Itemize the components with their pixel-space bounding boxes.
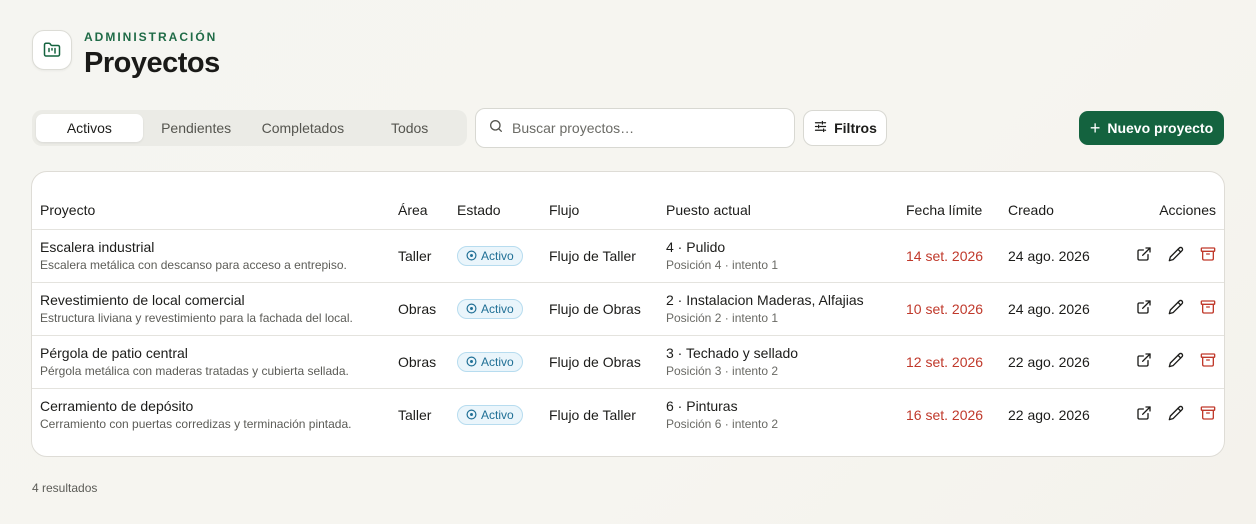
status-label: Activo [481, 301, 514, 316]
project-flow: Flujo de Obras [549, 335, 666, 389]
status-label: Activo [481, 407, 514, 422]
projects-table-card: Proyecto Área Estado Flujo Puesto actual… [31, 171, 1225, 457]
open-external-icon[interactable] [1136, 405, 1152, 421]
status-dot-icon [466, 356, 477, 367]
status-dot-icon [466, 409, 477, 420]
current-step-detail: Posición 4 · intento 1 [666, 258, 779, 272]
tab-todos[interactable]: Todos [356, 114, 463, 142]
project-name[interactable]: Cerramiento de depósito [40, 398, 398, 414]
project-description: Escalera metálica con descanso para acce… [40, 258, 347, 272]
col-header-area: Área [398, 192, 457, 230]
table-row[interactable]: Revestimiento de local comercial Estruct… [32, 282, 1224, 336]
col-header-creado: Creado [1008, 192, 1128, 230]
project-description: Pérgola metálica con maderas tratadas y … [40, 364, 349, 378]
current-step: 6 · Pinturas [666, 398, 738, 415]
filters-label: Filtros [834, 120, 877, 136]
search-input[interactable] [512, 120, 772, 136]
status-label: Activo [481, 248, 514, 263]
archive-icon[interactable] [1200, 246, 1216, 262]
col-header-proyecto: Proyecto [32, 192, 398, 230]
open-external-icon[interactable] [1136, 246, 1152, 262]
project-description: Cerramiento con puertas corredizas y ter… [40, 417, 352, 432]
results-count: 4 resultados [32, 481, 98, 495]
edit-pencil-icon[interactable] [1168, 405, 1184, 421]
project-name[interactable]: Escalera industrial [40, 239, 398, 255]
project-name[interactable]: Revestimiento de local comercial [40, 292, 398, 308]
new-project-label: Nuevo proyecto [1107, 120, 1214, 136]
project-area: Taller [398, 229, 457, 283]
open-external-icon[interactable] [1136, 352, 1152, 368]
due-date: 10 set. 2026 [906, 282, 1008, 336]
created-date: 22 ago. 2026 [1008, 406, 1090, 423]
archive-icon[interactable] [1200, 352, 1216, 368]
plus-icon: + [1089, 118, 1101, 138]
current-step-detail: Posición 2 · intento 1 [666, 311, 779, 325]
status-dot-icon [466, 250, 477, 261]
edit-pencil-icon[interactable] [1168, 352, 1184, 368]
edit-pencil-icon[interactable] [1168, 246, 1184, 262]
archive-icon[interactable] [1200, 299, 1216, 315]
open-external-icon[interactable] [1136, 299, 1152, 315]
status-badge: Activo [457, 298, 523, 319]
created-date: 24 ago. 2026 [1008, 229, 1128, 283]
search-icon [488, 118, 504, 139]
current-step: 4 · Pulido [666, 239, 726, 255]
col-header-fecha-limite: Fecha límite [906, 192, 1008, 230]
col-header-puesto: Puesto actual [666, 192, 906, 230]
due-date: 12 set. 2026 [906, 335, 1008, 389]
projects-table: Proyecto Área Estado Flujo Puesto actual… [32, 192, 1224, 441]
search-box[interactable] [475, 108, 795, 148]
current-step: 2 · Instalacion Maderas, Alfajias [666, 292, 864, 308]
table-row[interactable]: Cerramiento de depósito Cerramiento con … [32, 388, 1224, 441]
status-dot-icon [466, 303, 477, 314]
sliders-icon [813, 119, 828, 137]
created-date: 24 ago. 2026 [1008, 282, 1128, 336]
table-header-row: Proyecto Área Estado Flujo Puesto actual… [32, 192, 1224, 230]
due-date: 16 set. 2026 [906, 406, 984, 423]
project-name[interactable]: Pérgola de patio central [40, 345, 398, 361]
page-title: Proyectos [84, 47, 220, 79]
current-step: 3 · Techado y sellado [666, 345, 799, 361]
project-area: Taller [398, 406, 432, 423]
filters-button[interactable]: Filtros [803, 110, 887, 146]
folder-kanban-icon [32, 30, 72, 70]
new-project-button[interactable]: + Nuevo proyecto [1079, 111, 1224, 145]
page-eyebrow: ADMINISTRACIÓN [84, 30, 218, 44]
status-badge: Activo [457, 404, 523, 425]
col-header-acciones: Acciones [1128, 192, 1224, 230]
col-header-estado: Estado [457, 192, 549, 230]
tab-completados[interactable]: Completados [250, 114, 357, 142]
page-header: ADMINISTRACIÓN Proyectos [32, 30, 220, 80]
project-flow: Flujo de Taller [549, 406, 636, 423]
created-date: 22 ago. 2026 [1008, 335, 1128, 389]
project-area: Obras [398, 282, 457, 336]
archive-icon[interactable] [1200, 405, 1216, 421]
project-flow: Flujo de Taller [549, 229, 666, 283]
status-label: Activo [481, 354, 514, 369]
project-flow: Flujo de Obras [549, 282, 666, 336]
table-row[interactable]: Pérgola de patio central Pérgola metálic… [32, 335, 1224, 389]
tab-activos[interactable]: Activos [36, 114, 143, 142]
edit-pencil-icon[interactable] [1168, 299, 1184, 315]
project-description: Estructura liviana y revestimiento para … [40, 311, 353, 325]
current-step-detail: Posición 3 · intento 2 [666, 364, 779, 378]
col-header-flujo: Flujo [549, 192, 666, 230]
table-row[interactable]: Escalera industrial Escalera metálica co… [32, 229, 1224, 283]
status-badge: Activo [457, 245, 523, 266]
status-tabs: Activos Pendientes Completados Todos [32, 110, 467, 146]
status-badge: Activo [457, 351, 523, 372]
due-date: 14 set. 2026 [906, 229, 1008, 283]
toolbar: Activos Pendientes Completados Todos Fil… [32, 108, 1224, 148]
tab-pendientes[interactable]: Pendientes [143, 114, 250, 142]
project-area: Obras [398, 335, 457, 389]
current-step-detail: Posición 6 · intento 2 [666, 417, 779, 432]
